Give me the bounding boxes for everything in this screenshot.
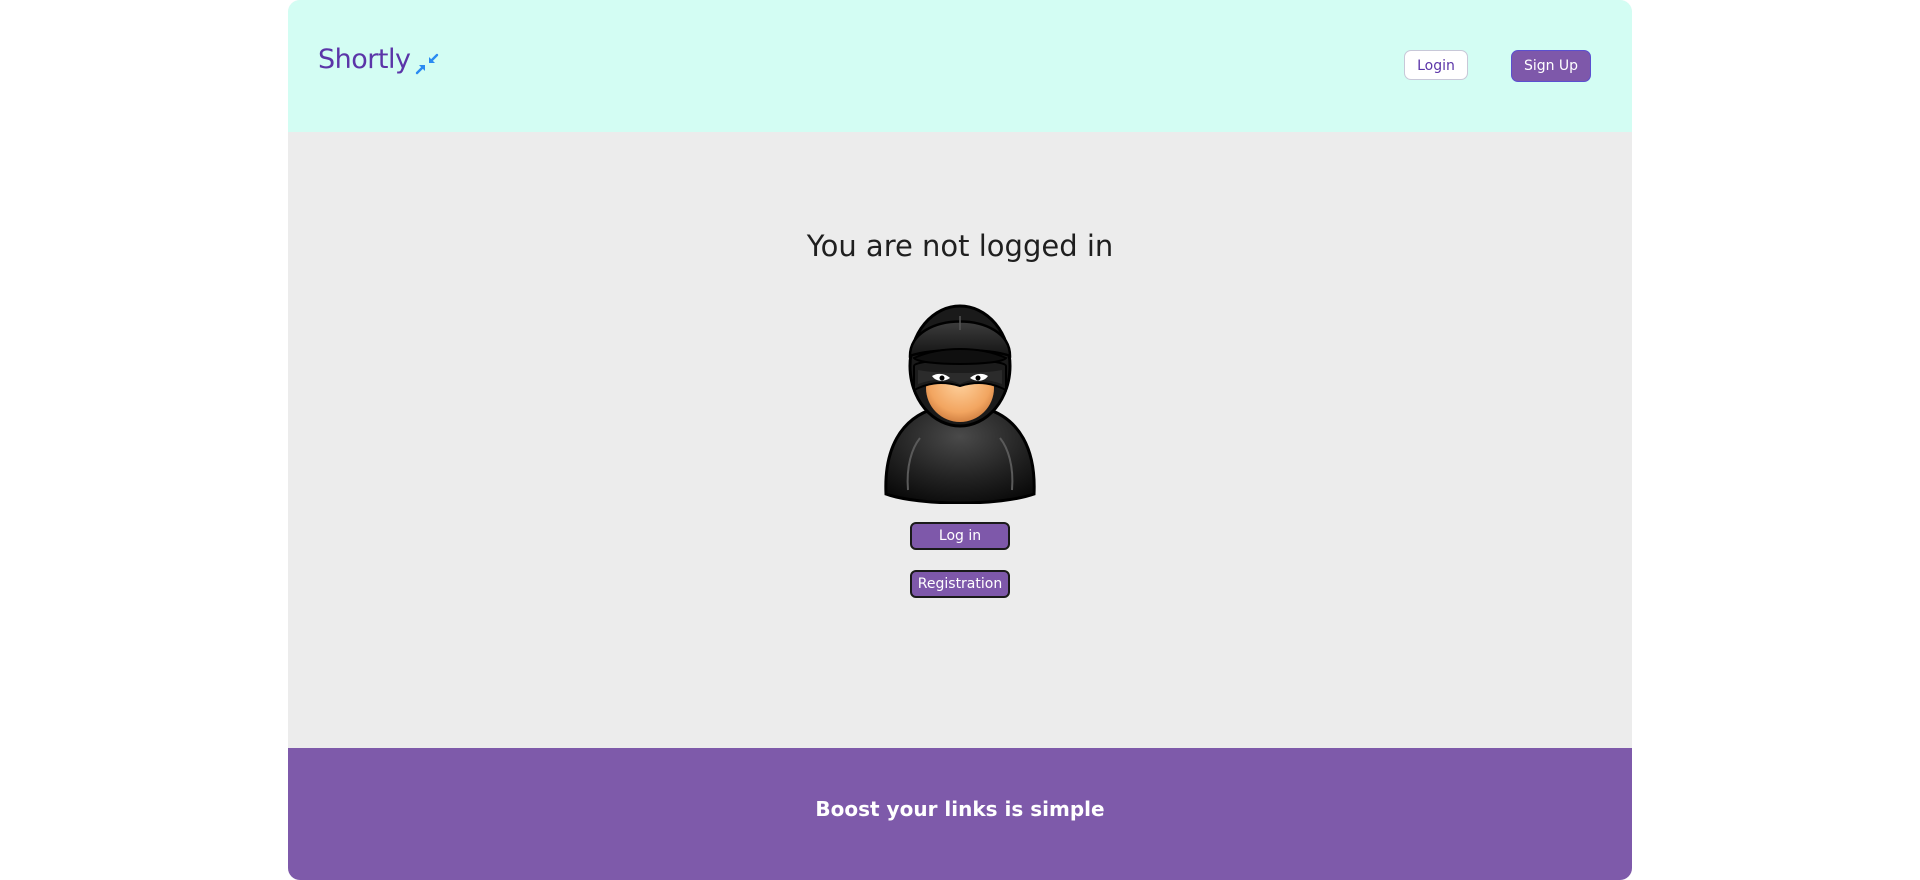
main-content: You are not logged in Log in Registratio…	[288, 132, 1632, 748]
registration-button[interactable]: Registration	[910, 570, 1010, 598]
shrink-arrows-icon	[416, 53, 439, 75]
signup-button[interactable]: Sign Up	[1511, 50, 1591, 82]
login-button[interactable]: Login	[1404, 50, 1468, 80]
logo-text: Shortly	[318, 44, 411, 75]
logo[interactable]: Shortly	[318, 42, 442, 78]
anonymous-avatar-icon	[884, 304, 1036, 504]
page-title: You are not logged in	[806, 229, 1114, 263]
footer-tagline: Boost your links is simple	[815, 797, 1105, 821]
site-header: Shortly Login Sign Up	[288, 0, 1632, 132]
log-in-button[interactable]: Log in	[910, 522, 1010, 550]
site-footer: Boost your links is simple	[288, 748, 1632, 880]
page-container: Shortly Login Sign Up You are not logged…	[288, 0, 1632, 880]
